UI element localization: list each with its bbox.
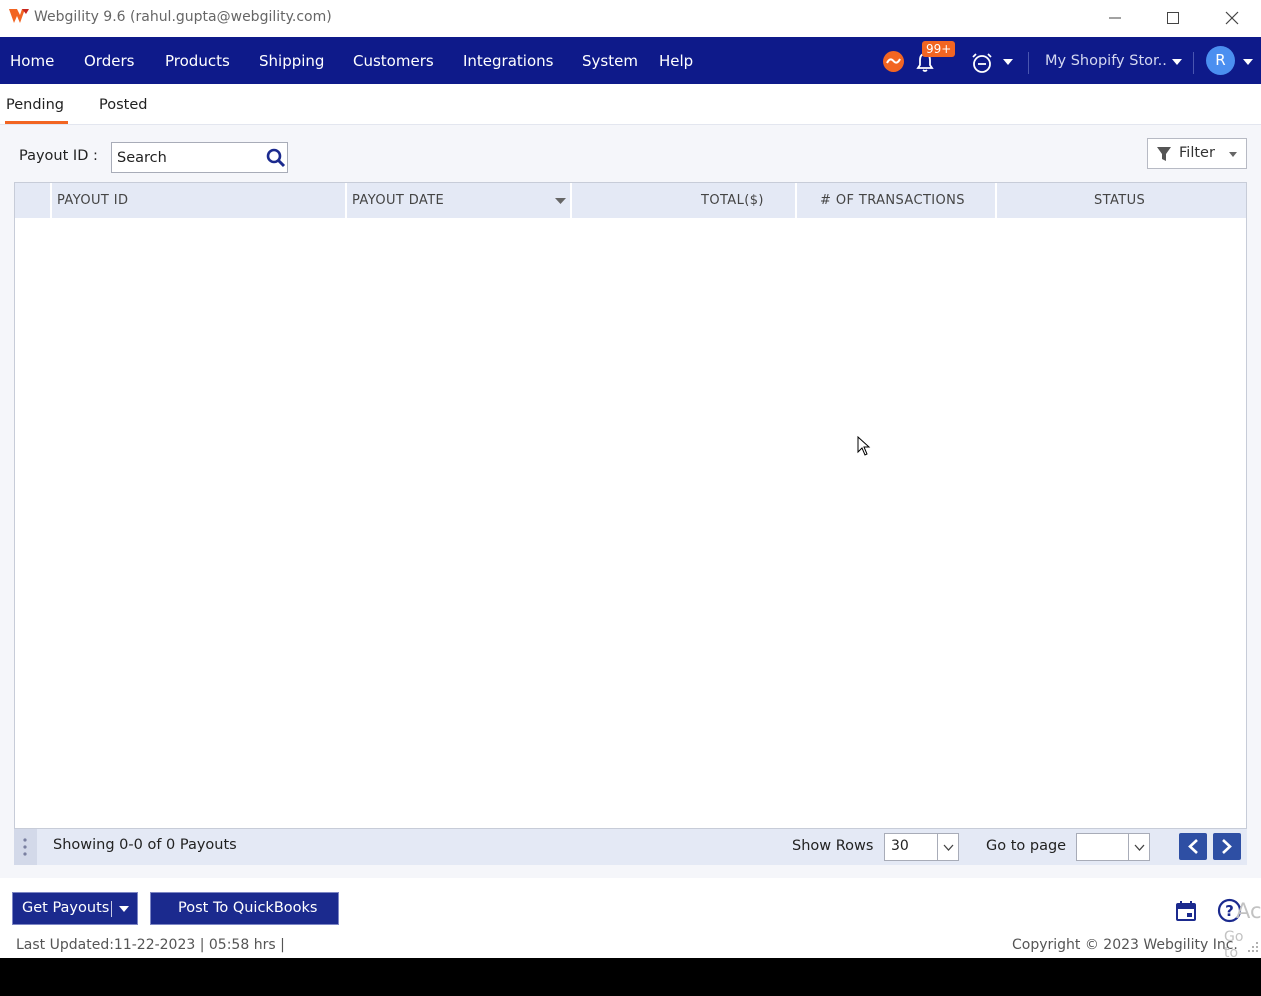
filter-chevron-down-icon	[1229, 152, 1237, 157]
search-icon[interactable]	[266, 148, 286, 168]
store-selector[interactable]: My Shopify Stor..	[1045, 53, 1167, 69]
grid-header: PAYOUT ID PAYOUT DATE TOTAL($) # OF TRAN…	[15, 183, 1246, 218]
nav-home[interactable]: Home	[10, 52, 54, 70]
tab-bar: Pending Posted	[0, 84, 1261, 125]
calendar-icon[interactable]	[1175, 900, 1197, 922]
filter-button[interactable]: Filter	[1147, 138, 1247, 169]
grid-pager: Showing 0-0 of 0 Payouts Show Rows 30 Go…	[14, 829, 1247, 865]
post-to-quickbooks-button[interactable]: Post To QuickBooks	[150, 892, 339, 925]
svg-text:?: ?	[1225, 902, 1234, 920]
get-payouts-button[interactable]: Get Payouts	[12, 892, 138, 925]
column-divider	[795, 183, 797, 218]
rows-per-page-value: 30	[891, 838, 909, 854]
active-tab-indicator	[5, 121, 68, 124]
chevron-down-icon	[1134, 844, 1145, 851]
activation-watermark-line1: Act	[1236, 899, 1261, 923]
show-rows-label: Show Rows	[792, 838, 874, 854]
chevron-right-icon	[1222, 839, 1232, 854]
webgility-logo-icon	[9, 9, 29, 23]
last-updated-text: Last Updated:11-22-2023 | 05:58 hrs |	[16, 937, 285, 953]
get-payouts-label: Get Payouts	[22, 900, 110, 916]
column-payout-id[interactable]: PAYOUT ID	[57, 183, 128, 218]
app-window: Webgility 9.6 (rahul.gupta@webgility.com…	[0, 0, 1261, 961]
next-page-button[interactable]	[1213, 833, 1241, 860]
tab-posted[interactable]: Posted	[99, 97, 147, 113]
split-divider	[111, 901, 112, 917]
notification-badge: 99+	[922, 41, 956, 57]
alarm-clock-icon[interactable]	[970, 51, 994, 75]
nav-integrations[interactable]: Integrations	[463, 52, 553, 70]
sort-desc-icon[interactable]	[555, 198, 566, 205]
column-divider	[50, 183, 52, 218]
user-avatar[interactable]: R	[1206, 46, 1235, 75]
minimize-button[interactable]	[1100, 6, 1130, 30]
page-select-arrow[interactable]	[1128, 834, 1149, 860]
resize-grip-icon[interactable]	[1246, 940, 1259, 954]
rows-select-arrow[interactable]	[937, 834, 958, 860]
column-divider	[570, 183, 572, 218]
showing-count: Showing 0-0 of 0 Payouts	[53, 837, 237, 853]
chevron-down-icon	[943, 844, 954, 851]
nav-divider	[1028, 52, 1029, 74]
nav-orders[interactable]: Orders	[84, 52, 134, 70]
close-icon	[1225, 11, 1239, 25]
pager-grip[interactable]	[14, 829, 37, 865]
copyright-text: Copyright © 2023 Webgility Inc.	[1012, 937, 1238, 953]
column-payout-date[interactable]: PAYOUT DATE	[352, 183, 444, 218]
window-title: Webgility 9.6 (rahul.gupta@webgility.com…	[34, 9, 332, 25]
go-to-page-label: Go to page	[986, 838, 1067, 854]
payouts-grid: PAYOUT ID PAYOUT DATE TOTAL($) # OF TRAN…	[14, 182, 1247, 829]
nav-shipping[interactable]: Shipping	[259, 52, 324, 70]
previous-page-button[interactable]	[1179, 833, 1207, 860]
store-chevron-down-icon[interactable]	[1172, 58, 1182, 66]
go-to-page-select[interactable]	[1076, 833, 1150, 861]
nav-help[interactable]: Help	[659, 52, 693, 70]
close-button[interactable]	[1217, 6, 1247, 30]
title-bar: Webgility 9.6 (rahul.gupta@webgility.com…	[0, 0, 1261, 37]
nav-system[interactable]: System	[582, 52, 638, 70]
column-divider	[995, 183, 997, 218]
tab-pending[interactable]: Pending	[6, 97, 64, 113]
nav-customers[interactable]: Customers	[353, 52, 434, 70]
nav-products[interactable]: Products	[165, 52, 230, 70]
column-status[interactable]: STATUS	[1094, 183, 1145, 218]
rows-per-page-select[interactable]: 30	[884, 833, 959, 861]
nav-divider	[1193, 52, 1194, 74]
chevron-down-icon[interactable]	[1003, 58, 1013, 66]
minimize-icon	[1109, 17, 1121, 19]
payout-search-box	[111, 142, 288, 173]
column-transactions[interactable]: # OF TRANSACTIONS	[820, 183, 965, 218]
maximize-icon	[1167, 12, 1179, 24]
chevron-down-icon[interactable]	[119, 906, 129, 913]
column-divider	[345, 183, 347, 218]
payout-id-label: Payout ID :	[19, 148, 98, 164]
payout-search-input[interactable]	[112, 143, 262, 172]
kebab-menu-icon	[23, 838, 27, 856]
column-total[interactable]: TOTAL($)	[701, 183, 764, 218]
chevron-left-icon	[1188, 839, 1198, 854]
post-to-quickbooks-label: Post To QuickBooks	[178, 900, 318, 916]
funnel-icon	[1157, 147, 1171, 161]
filter-label: Filter	[1179, 145, 1215, 161]
maximize-button[interactable]	[1158, 6, 1188, 30]
sync-status-icon[interactable]	[882, 50, 905, 73]
mouse-cursor-icon	[857, 436, 871, 456]
user-menu-chevron-down-icon[interactable]	[1243, 58, 1253, 66]
